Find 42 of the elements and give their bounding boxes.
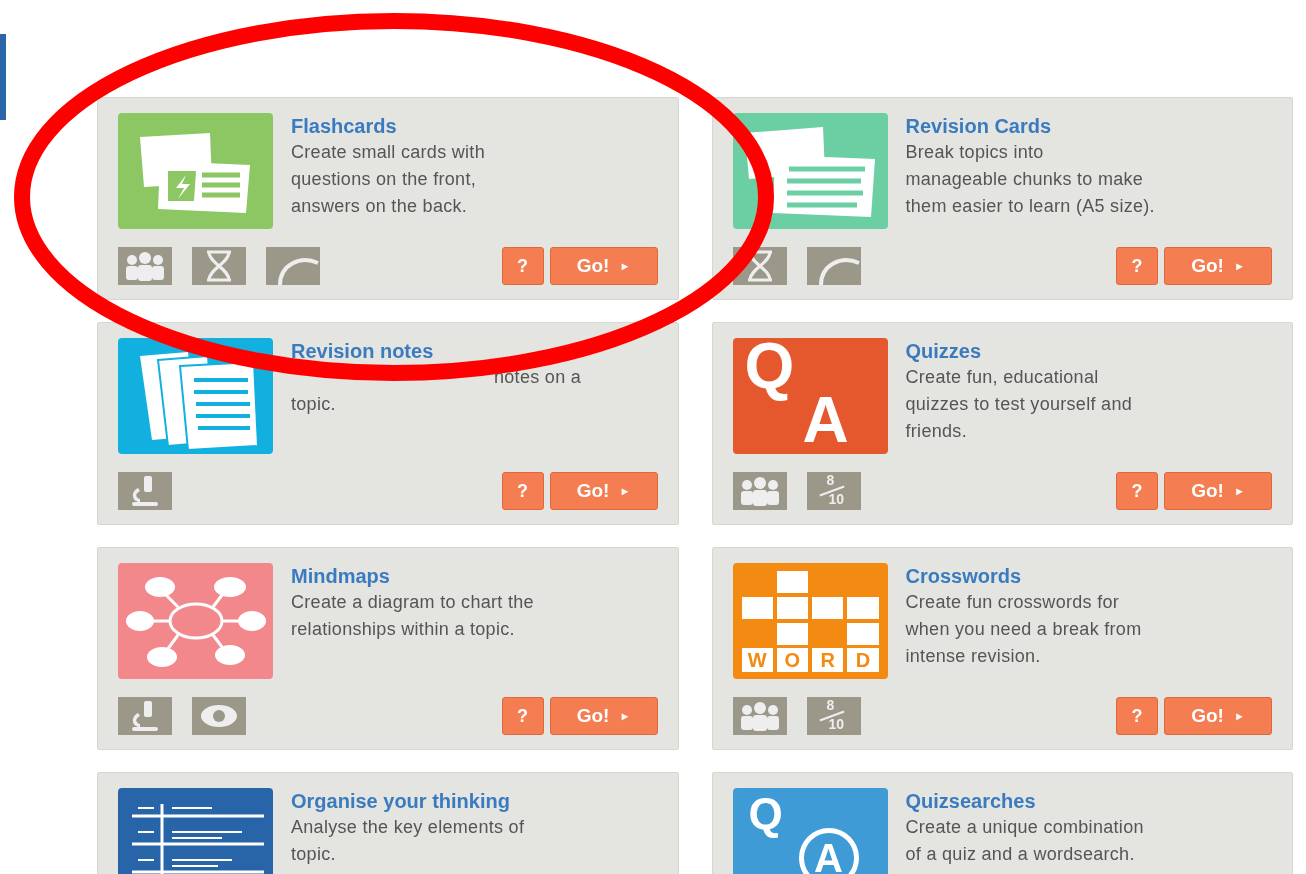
card-description: Create a unique combination of a quiz and a wordsearch.	[905, 816, 1144, 866]
card-title[interactable]: Crosswords	[905, 563, 1142, 589]
card-title[interactable]: Revision Cards	[905, 113, 1155, 139]
microscope-icon	[118, 472, 172, 510]
eye-icon	[192, 697, 246, 735]
group-icon	[118, 247, 172, 285]
group-icon	[732, 472, 787, 510]
go-button[interactable]: Go! ►	[1164, 697, 1272, 735]
help-button[interactable]: ?	[501, 472, 544, 510]
microscope-icon	[118, 697, 172, 735]
card-title[interactable]: Revision notes	[291, 338, 582, 364]
score-icon: 8 10	[806, 697, 861, 735]
card-description: Create fun, educational quizzes to test yourself and friends.	[905, 366, 1133, 443]
card-description: Analyse the key elements of topic.	[291, 816, 525, 866]
help-button[interactable]: ?	[1116, 697, 1158, 735]
card-description: Break topics into manageable chunks to make them easier to learn (A5 size).	[905, 141, 1155, 218]
go-button[interactable]: Go! ►	[1164, 472, 1272, 510]
go-button[interactable]: Go! ►	[549, 247, 658, 285]
help-button[interactable]: ?	[1116, 247, 1158, 285]
quiz-icon: Q A	[732, 338, 888, 454]
group-icon	[732, 697, 787, 735]
card-description: Create small cards with questions on the front, answers on the back.	[291, 141, 485, 218]
card-description: Create a diagram to chart the relationships within a topic.	[291, 591, 534, 641]
score-icon: 8 10	[806, 472, 861, 510]
card-title[interactable]: Quizzes	[905, 338, 1133, 364]
curve-icon	[266, 247, 320, 285]
go-button[interactable]: Go! ►	[549, 697, 658, 735]
card-description: notes on a topic.	[291, 366, 582, 416]
help-button[interactable]: ?	[501, 247, 544, 285]
card-description: Create fun crosswords for when you need a break from intense revision.	[905, 591, 1142, 668]
card-title[interactable]: Organise your thinking	[291, 788, 525, 814]
help-button[interactable]: ?	[1116, 472, 1158, 510]
hourglass-icon	[192, 247, 246, 285]
go-button[interactable]: Go! ►	[1164, 247, 1272, 285]
crossword-icon: W O R D	[732, 563, 888, 679]
curve-icon	[806, 247, 861, 285]
help-button[interactable]: ?	[501, 697, 544, 735]
card-title[interactable]: Quizsearches	[905, 788, 1144, 814]
go-button[interactable]: Go! ►	[549, 472, 658, 510]
quiz-icon: Q A	[732, 788, 888, 874]
card-title[interactable]: Mindmaps	[291, 563, 534, 589]
card-title[interactable]: Flashcards	[291, 113, 485, 139]
